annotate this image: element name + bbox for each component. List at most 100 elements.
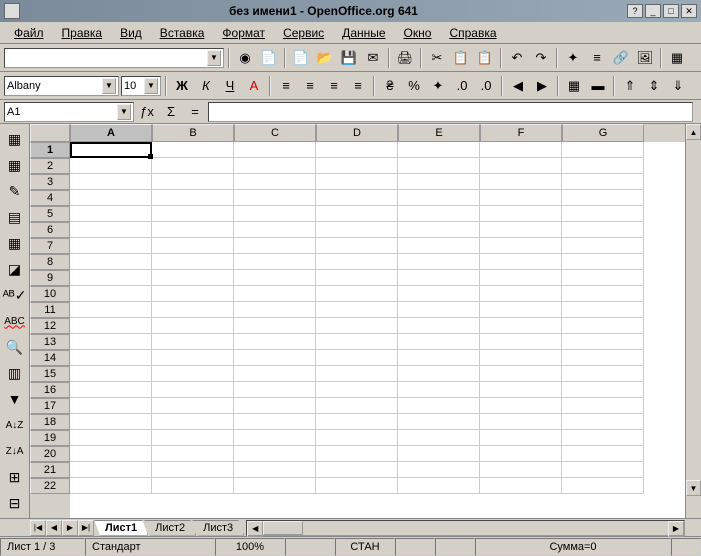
tab-prev-button[interactable]: ◀ (46, 520, 62, 536)
row-header-7[interactable]: 7 (30, 238, 70, 254)
scroll-left-icon[interactable]: ◀ (247, 521, 263, 537)
increase-indent-button[interactable]: ▶ (531, 75, 553, 97)
tab-next-button[interactable]: ▶ (62, 520, 78, 536)
menu-tools[interactable]: Сервис (275, 24, 332, 42)
stop-button[interactable]: ◉ (234, 47, 256, 69)
row-header-5[interactable]: 5 (30, 206, 70, 222)
stylist-button[interactable]: ≡ (586, 47, 608, 69)
help-button[interactable]: ? (627, 4, 643, 18)
row-header-6[interactable]: 6 (30, 222, 70, 238)
browse-button[interactable]: 📄 (258, 47, 280, 69)
row-header-4[interactable]: 4 (30, 190, 70, 206)
status-style[interactable]: Стандарт (85, 538, 215, 556)
menu-format[interactable]: Формат (214, 24, 273, 42)
print-button[interactable]: 🖨 (394, 47, 416, 69)
column-header-A[interactable]: A (70, 124, 152, 142)
ungroup-button[interactable]: ⊟ (4, 492, 26, 514)
undo-button[interactable]: ↶ (506, 47, 528, 69)
column-header-F[interactable]: F (480, 124, 562, 142)
minimize-button[interactable]: _ (645, 4, 661, 18)
navigator-button[interactable]: ✦ (562, 47, 584, 69)
scroll-right-icon[interactable]: ▶ (668, 521, 684, 537)
menu-data[interactable]: Данные (334, 24, 393, 42)
dropdown-icon[interactable]: ▼ (144, 78, 158, 94)
underline-button[interactable]: Ч (219, 75, 241, 97)
row-header-14[interactable]: 14 (30, 350, 70, 366)
currency-button[interactable]: ₴ (379, 75, 401, 97)
url-combo[interactable]: ▼ (4, 48, 224, 68)
column-header-C[interactable]: C (234, 124, 316, 142)
menu-insert[interactable]: Вставка (152, 24, 213, 42)
italic-button[interactable]: К (195, 75, 217, 97)
group-button[interactable]: ⊞ (4, 466, 26, 488)
menu-help[interactable]: Справка (441, 24, 504, 42)
row-header-22[interactable]: 22 (30, 478, 70, 494)
vertical-scrollbar[interactable]: ▲ ▼ (685, 124, 701, 518)
sheet-tab-2[interactable]: Лист2 (144, 520, 196, 536)
font-size-combo[interactable]: ▼ (121, 76, 161, 96)
copy-button[interactable]: 📋 (450, 47, 472, 69)
open-button[interactable]: 📂 (314, 47, 336, 69)
insert-cells-button[interactable]: ▦ (4, 154, 26, 176)
borders-button[interactable]: ▦ (563, 75, 585, 97)
row-header-3[interactable]: 3 (30, 174, 70, 190)
scroll-up-icon[interactable]: ▲ (686, 124, 701, 140)
sheet-tab-1[interactable]: Лист1 (94, 520, 148, 536)
menu-file[interactable]: Файл (6, 24, 52, 42)
mail-button[interactable]: ✉ (362, 47, 384, 69)
tab-first-button[interactable]: |◀ (30, 520, 46, 536)
menu-window[interactable]: Окно (396, 24, 440, 42)
align-bottom-button[interactable]: ⇓ (667, 75, 689, 97)
theme-button[interactable]: ◪ (4, 258, 26, 280)
row-header-17[interactable]: 17 (30, 398, 70, 414)
select-all-corner[interactable] (30, 124, 70, 142)
spellcheck-button[interactable]: ᴬᴮ✓ (4, 284, 26, 306)
close-button[interactable]: ✕ (681, 4, 697, 18)
cell-reference-box[interactable]: ▼ (4, 102, 134, 122)
save-button[interactable]: 💾 (338, 47, 360, 69)
column-header-E[interactable]: E (398, 124, 480, 142)
row-header-9[interactable]: 9 (30, 270, 70, 286)
sheet-tab-3[interactable]: Лист3 (192, 520, 244, 536)
standard-format-button[interactable]: ✦ (427, 75, 449, 97)
status-mode[interactable]: СТАН (335, 538, 395, 556)
column-header-G[interactable]: G (562, 124, 644, 142)
align-vcenter-button[interactable]: ⇕ (643, 75, 665, 97)
row-header-13[interactable]: 13 (30, 334, 70, 350)
redo-button[interactable]: ↷ (530, 47, 552, 69)
align-justify-button[interactable]: ≡ (347, 75, 369, 97)
font-name-combo[interactable]: ▼ (4, 76, 119, 96)
function-wizard-button[interactable]: ƒx (136, 101, 158, 123)
dropdown-icon[interactable]: ▼ (102, 78, 116, 94)
row-header-20[interactable]: 20 (30, 446, 70, 462)
horizontal-scrollbar[interactable]: ◀ ▶ (246, 520, 685, 536)
autoformat-button[interactable]: ▦ (4, 232, 26, 254)
status-zoom[interactable]: 100% (215, 538, 285, 556)
gallery-button[interactable]: 🖼 (634, 47, 656, 69)
autospellcheck-button[interactable]: ABC (4, 310, 26, 332)
row-header-21[interactable]: 21 (30, 462, 70, 478)
scroll-down-icon[interactable]: ▼ (686, 480, 701, 496)
row-header-12[interactable]: 12 (30, 318, 70, 334)
sort-asc-button[interactable]: A↓Z (4, 414, 26, 436)
align-right-button[interactable]: ≡ (323, 75, 345, 97)
menu-view[interactable]: Вид (112, 24, 150, 42)
row-header-15[interactable]: 15 (30, 366, 70, 382)
align-top-button[interactable]: ⇑ (619, 75, 641, 97)
dropdown-icon[interactable]: ▼ (117, 104, 131, 120)
row-header-1[interactable]: 1 (30, 142, 70, 158)
bold-button[interactable]: Ж (171, 75, 193, 97)
row-header-10[interactable]: 10 (30, 286, 70, 302)
column-header-D[interactable]: D (316, 124, 398, 142)
percent-button[interactable]: % (403, 75, 425, 97)
cells-area[interactable] (70, 142, 685, 518)
row-header-18[interactable]: 18 (30, 414, 70, 430)
find-button[interactable]: 🔍 (4, 336, 26, 358)
menu-edit[interactable]: Правка (54, 24, 111, 42)
show-form-button[interactable]: ▤ (4, 206, 26, 228)
sum-button[interactable]: Σ (160, 101, 182, 123)
add-decimal-button[interactable]: .0 (451, 75, 473, 97)
row-header-2[interactable]: 2 (30, 158, 70, 174)
font-color-button[interactable]: А (243, 75, 265, 97)
dropdown-icon[interactable]: ▼ (207, 50, 221, 66)
